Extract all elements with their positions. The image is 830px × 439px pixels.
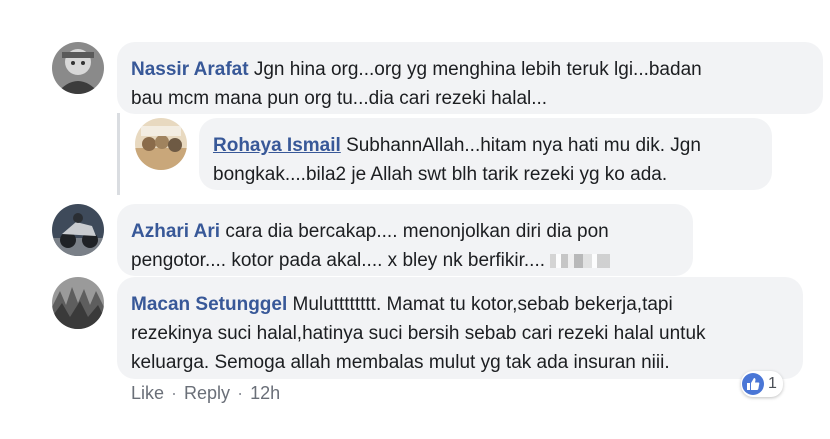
timestamp[interactable]: 12h	[250, 383, 280, 404]
comment-text: pengotor.... kotor pada akal.... x bley …	[131, 250, 546, 271]
comment-text: cara dia bercakap.... menonjolkan diri d…	[225, 221, 609, 242]
thumbs-up-icon	[742, 373, 764, 395]
comment-author[interactable]: Nassir Arafat	[131, 59, 249, 80]
like-link[interactable]: Like	[131, 383, 164, 404]
comment-text: Jgn hina org...org yg menghina lebih ter…	[253, 59, 702, 80]
comment-bubble: Nassir Arafat Jgn hina org...org yg meng…	[117, 42, 823, 114]
comment-text: rezekinya suci halal,hatinya suci bersih…	[131, 323, 706, 344]
comment-text: Mulutttttttt. Mamat tu kotor,sebab beker…	[292, 294, 673, 315]
redacted-blur	[550, 253, 611, 268]
comment-author[interactable]: Rohaya Ismail	[213, 135, 341, 156]
comment-text: SubhannAllah...hitam nya hati mu dik. Jg…	[346, 135, 701, 156]
comment-text: bau mcm mana pun org tu...dia cari rezek…	[131, 88, 548, 109]
comment-bubble: Macan Setunggel Mulutttttttt. Mamat tu k…	[117, 277, 803, 379]
comment-text: bongkak....bila2 je Allah swt blh tarik …	[213, 164, 668, 185]
avatar-azhari[interactable]	[52, 204, 104, 256]
avatar-nassir[interactable]	[52, 42, 104, 94]
comment-author[interactable]: Azhari Ari	[131, 221, 220, 242]
comment-bubble: Azhari Ari cara dia bercakap.... menonjo…	[117, 204, 693, 276]
reaction-count-badge[interactable]: 1	[741, 371, 783, 397]
separator: ·	[237, 383, 244, 403]
reply-thread-line	[117, 113, 120, 195]
avatar-macan[interactable]	[52, 277, 104, 329]
comment-actions: Like · Reply · 12h	[131, 383, 280, 404]
avatar-rohaya[interactable]	[135, 118, 187, 170]
reaction-count: 1	[768, 375, 777, 392]
reply-link[interactable]: Reply	[184, 383, 230, 404]
separator: ·	[171, 383, 178, 403]
reply-bubble: Rohaya Ismail SubhannAllah...hitam nya h…	[199, 118, 772, 190]
comment-author[interactable]: Macan Setunggel	[131, 294, 287, 315]
comment-text: keluarga. Semoga allah membalas mulut yg…	[131, 352, 670, 373]
